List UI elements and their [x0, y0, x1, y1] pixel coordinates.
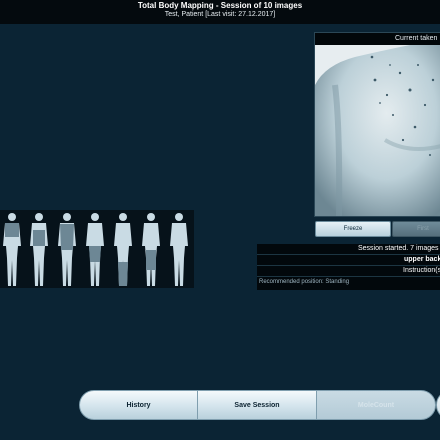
- body-area-label: upper back: [257, 255, 440, 266]
- body-figure-2[interactable]: [26, 210, 52, 288]
- freeze-button[interactable]: Freeze: [315, 221, 391, 237]
- body-figure-7[interactable]: [166, 210, 192, 288]
- instructions-link[interactable]: Instruction(s): [257, 266, 440, 277]
- body-figure-4[interactable]: [82, 210, 108, 288]
- body-map-strip: [0, 210, 194, 288]
- body-figure-1[interactable]: [0, 210, 25, 288]
- extra-toolbar-button[interactable]: [436, 390, 440, 420]
- patient-subtitle: Test, Patient [Last visit: 27.12.2017]: [164, 11, 276, 18]
- session-status: Session started. 7 images: [257, 244, 440, 255]
- history-button[interactable]: History: [79, 390, 198, 420]
- skin-image: [315, 45, 440, 216]
- body-figure-6[interactable]: [138, 210, 164, 288]
- title-bar: Total Body Mapping - Session of 10 image…: [0, 0, 440, 24]
- body-figure-5[interactable]: [110, 210, 136, 288]
- save-session-button[interactable]: Save Session: [197, 390, 317, 420]
- first-image-button[interactable]: First: [392, 221, 440, 237]
- body-figure-3[interactable]: [54, 210, 80, 288]
- preview-header: Current taken: [315, 33, 440, 45]
- current-image-preview[interactable]: Current taken: [314, 32, 440, 217]
- app-window: Total Body Mapping - Session of 10 image…: [0, 0, 440, 440]
- molecount-button[interactable]: MoleCount: [316, 390, 436, 420]
- recommended-position: Recommended position: Standing: [259, 279, 350, 285]
- session-info-panel: Session started. 7 images upper back Ins…: [257, 244, 440, 290]
- bottom-toolbar: History Save Session MoleCount: [79, 390, 436, 420]
